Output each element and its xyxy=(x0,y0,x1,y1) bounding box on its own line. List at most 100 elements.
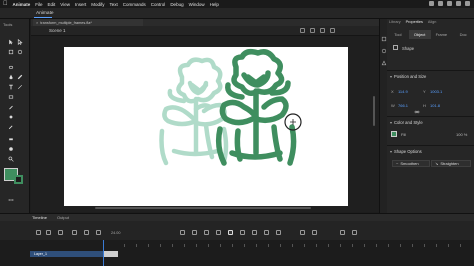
status-icon[interactable] xyxy=(465,1,470,6)
brush-tool-icon[interactable] xyxy=(17,67,23,80)
more-tools-icon[interactable] xyxy=(8,190,14,201)
link-icon[interactable] xyxy=(414,102,420,114)
stroke-color-swatch[interactable] xyxy=(14,175,23,184)
frame-tick xyxy=(388,244,389,247)
menu-control[interactable]: Control xyxy=(151,2,166,7)
keyframe-span[interactable] xyxy=(103,251,118,257)
layer-depth-icon[interactable] xyxy=(312,230,317,235)
outline-icon[interactable] xyxy=(96,230,101,235)
zoom-out-icon[interactable] xyxy=(340,230,345,235)
smoothen-button[interactable]: ~ Smoothen xyxy=(392,160,430,167)
menu-text[interactable]: Text xyxy=(110,2,118,7)
center-stage-icon[interactable] xyxy=(320,28,325,33)
tab-align[interactable]: Align xyxy=(428,20,436,26)
go-to-first-frame-icon[interactable] xyxy=(180,230,185,235)
text-tool-icon[interactable] xyxy=(8,77,14,90)
frame-tick xyxy=(376,244,377,247)
new-folder-icon[interactable] xyxy=(46,230,51,235)
menu-window[interactable]: Window xyxy=(189,2,205,7)
3d-rotation-tool-icon[interactable] xyxy=(17,42,23,55)
back-arrow-icon[interactable] xyxy=(35,28,41,41)
chevron-down-icon: ▾ xyxy=(390,120,393,125)
frame-tick xyxy=(124,244,125,247)
position-size-header[interactable]: ▾ Position and Size xyxy=(390,74,426,79)
tab-properties[interactable]: Properties xyxy=(406,20,423,26)
tab-library[interactable]: Library xyxy=(389,20,401,26)
lasso-tool-icon[interactable] xyxy=(8,58,14,69)
insert-keyframe-icon[interactable] xyxy=(264,230,269,235)
horizontal-scrollbar[interactable] xyxy=(95,207,311,209)
selection-tool-icon[interactable] xyxy=(8,32,14,45)
menu-commands[interactable]: Commands xyxy=(123,2,146,7)
tab-timeline[interactable]: Timeline xyxy=(32,215,47,220)
paint-bucket-tool-icon[interactable] xyxy=(8,107,14,119)
edit-multiple-frames-icon[interactable] xyxy=(240,230,245,235)
camera-icon[interactable] xyxy=(300,230,305,235)
fps-readout[interactable]: 24.00 xyxy=(111,231,121,235)
color-style-header[interactable]: ▾ Color and Style xyxy=(390,120,423,125)
zoom-menu-icon[interactable] xyxy=(330,28,335,33)
scene-selector[interactable]: Scene 1 xyxy=(49,28,66,33)
status-icon[interactable] xyxy=(438,1,443,6)
shape-options-header[interactable]: ▾ Shape Options xyxy=(390,149,422,154)
eraser-tool-icon[interactable] xyxy=(8,129,14,141)
zoom-in-icon[interactable] xyxy=(352,230,357,235)
step-forward-icon[interactable] xyxy=(216,230,221,235)
free-transform-tool-icon[interactable] xyxy=(8,42,14,55)
line-tool-icon[interactable] xyxy=(17,77,23,90)
straighten-icon: ↘ xyxy=(435,161,439,166)
straighten-button[interactable]: ↘ Straighten xyxy=(431,160,471,167)
zoom-tool-icon[interactable] xyxy=(8,149,14,162)
menu-insert[interactable]: Insert xyxy=(75,2,86,7)
stage-canvas[interactable] xyxy=(64,47,348,206)
menu-file[interactable]: File xyxy=(35,2,42,7)
show-hide-icon[interactable] xyxy=(72,230,77,235)
rectangle-tool-icon[interactable] xyxy=(8,87,14,99)
delete-layer-icon[interactable] xyxy=(58,230,63,235)
pencil-tool-icon[interactable] xyxy=(8,97,14,110)
menu-view[interactable]: View xyxy=(60,2,70,7)
step-back-icon[interactable] xyxy=(192,230,197,235)
insert-blank-keyframe-icon[interactable] xyxy=(276,230,281,235)
menu-edit[interactable]: Edit xyxy=(48,2,56,7)
object-type-label: Shape xyxy=(402,46,415,51)
h-label: H xyxy=(423,103,426,108)
tab-doc[interactable]: Doc xyxy=(452,30,474,39)
menu-help[interactable]: Help xyxy=(210,2,219,7)
tab-object[interactable]: Object xyxy=(408,30,431,39)
frame-tick xyxy=(280,244,281,247)
x-field[interactable]: 114.9 xyxy=(398,89,408,94)
clip-stage-icon[interactable] xyxy=(310,28,315,33)
subselection-tool-icon[interactable] xyxy=(17,32,23,46)
status-icon[interactable] xyxy=(456,1,461,6)
loop-icon[interactable] xyxy=(252,230,257,235)
new-layer-icon[interactable] xyxy=(36,230,41,235)
w-field[interactable]: 766.1 xyxy=(398,103,408,108)
hand-tool-icon[interactable] xyxy=(8,139,14,151)
tab-frame[interactable]: Frame xyxy=(431,30,453,39)
fill-alpha-field[interactable]: 100 % xyxy=(456,132,467,137)
pen-tool-icon[interactable] xyxy=(8,67,14,80)
status-icon[interactable] xyxy=(429,1,434,6)
edit-symbols-icon[interactable] xyxy=(300,28,305,33)
play-icon[interactable] xyxy=(204,230,209,235)
lock-icon[interactable] xyxy=(84,230,89,235)
onion-skin-icon[interactable] xyxy=(228,230,233,235)
eyedropper-tool-icon[interactable] xyxy=(8,117,14,130)
document-tab[interactable]: × transform_multiple_frames.fla* xyxy=(33,19,143,26)
fill-color-swatch[interactable] xyxy=(391,131,397,137)
menu-modify[interactable]: Modify xyxy=(91,2,104,7)
tab-output[interactable]: Output xyxy=(57,215,69,220)
tab-tool[interactable]: Tool xyxy=(387,30,409,39)
current-frame-drawing xyxy=(215,48,297,166)
y-field[interactable]: 1003.1 xyxy=(430,89,442,94)
section-divider xyxy=(387,116,474,117)
h-field[interactable]: 101.8 xyxy=(430,103,440,108)
close-icon[interactable]: × xyxy=(36,20,38,25)
vertical-scrollbar[interactable] xyxy=(373,96,375,126)
menu-debug[interactable]: Debug xyxy=(170,2,183,7)
playhead[interactable] xyxy=(103,240,104,266)
apple-menu-icon[interactable]:  xyxy=(3,1,8,7)
status-icon[interactable] xyxy=(447,1,452,6)
menu-app-name[interactable]: Animate xyxy=(13,2,31,7)
